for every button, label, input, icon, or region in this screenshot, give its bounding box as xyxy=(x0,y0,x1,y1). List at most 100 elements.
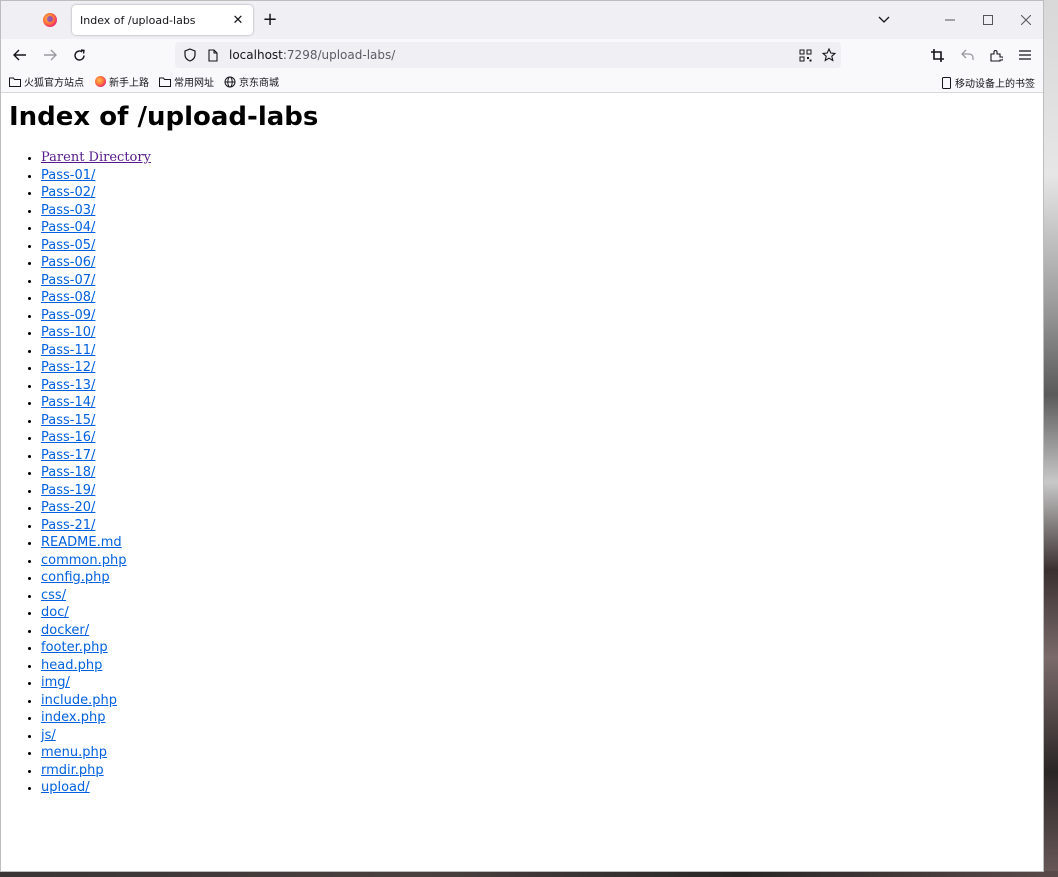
list-item: Pass-17/ xyxy=(41,447,1035,465)
directory-entry-link[interactable]: Pass-01/ xyxy=(41,168,95,183)
nav-bar: localhost:7298/upload-labs/ xyxy=(1,39,1043,71)
list-item: doc/ xyxy=(41,604,1035,622)
list-item: Pass-14/ xyxy=(41,394,1035,412)
list-item: index.php xyxy=(41,709,1035,727)
directory-entry-link[interactable]: README.md xyxy=(41,535,122,550)
directory-entry-link[interactable]: Pass-13/ xyxy=(41,378,95,393)
directory-entry-link[interactable]: Pass-07/ xyxy=(41,273,95,288)
page-info-icon[interactable] xyxy=(207,48,219,62)
tab-active[interactable]: Index of /upload-labs ✕ xyxy=(72,5,253,35)
forward-arrow-icon[interactable] xyxy=(39,44,61,66)
directory-entry-link[interactable]: config.php xyxy=(41,570,110,585)
parent-directory-link[interactable]: Parent Directory xyxy=(41,150,151,165)
directory-entry-link[interactable]: rmdir.php xyxy=(41,763,104,778)
extensions-icon[interactable] xyxy=(985,44,1007,66)
list-item: Pass-10/ xyxy=(41,324,1035,342)
directory-entry-link[interactable]: Pass-14/ xyxy=(41,395,95,410)
close-icon[interactable]: ✕ xyxy=(231,13,245,28)
star-bookmark-icon[interactable] xyxy=(817,43,841,67)
directory-entry-link[interactable]: Pass-10/ xyxy=(41,325,95,340)
directory-entry-link[interactable]: index.php xyxy=(41,710,105,725)
folder-icon xyxy=(159,76,171,88)
directory-entry-link[interactable]: Pass-08/ xyxy=(41,290,95,305)
globe-icon xyxy=(224,76,236,88)
reload-icon[interactable] xyxy=(68,44,90,66)
directory-entry-link[interactable]: footer.php xyxy=(41,640,108,655)
directory-entry-link[interactable]: img/ xyxy=(41,675,70,690)
bookmark-item[interactable]: 京东商城 xyxy=(224,74,279,89)
directory-entry-link[interactable]: Pass-04/ xyxy=(41,220,95,235)
close-window-icon[interactable] xyxy=(1007,1,1043,39)
directory-entry-link[interactable]: Pass-21/ xyxy=(41,518,95,533)
qr-code-icon[interactable] xyxy=(793,43,817,67)
browser-window: Index of /upload-labs ✕ + localhost:7298… xyxy=(0,0,1044,872)
list-item: Pass-09/ xyxy=(41,307,1035,325)
list-item: Pass-15/ xyxy=(41,412,1035,430)
new-tab-button[interactable]: + xyxy=(260,10,280,30)
directory-entry-link[interactable]: Pass-09/ xyxy=(41,308,95,323)
directory-entry-link[interactable]: Pass-19/ xyxy=(41,483,95,498)
list-item: Pass-02/ xyxy=(41,184,1035,202)
back-arrow-icon[interactable] xyxy=(9,44,31,66)
list-item: config.php xyxy=(41,569,1035,587)
directory-entry-link[interactable]: common.php xyxy=(41,553,127,568)
url-path: :7298/upload-labs/ xyxy=(282,48,396,62)
list-item: rmdir.php xyxy=(41,762,1035,780)
list-item: Pass-20/ xyxy=(41,499,1035,517)
list-item: Pass-21/ xyxy=(41,517,1035,535)
directory-entry-link[interactable]: Pass-18/ xyxy=(41,465,95,480)
maximize-icon[interactable] xyxy=(969,1,1007,39)
list-item: Pass-11/ xyxy=(41,342,1035,360)
mobile-device-icon xyxy=(940,76,952,89)
directory-entry-link[interactable]: menu.php xyxy=(41,745,107,760)
menu-icon[interactable] xyxy=(1014,44,1036,66)
directory-entry-link[interactable]: Pass-20/ xyxy=(41,500,95,515)
directory-entry-link[interactable]: include.php xyxy=(41,693,117,708)
crop-screenshot-icon[interactable] xyxy=(926,44,948,66)
directory-entry-link[interactable]: doc/ xyxy=(41,605,69,620)
directory-entry-link[interactable]: Pass-16/ xyxy=(41,430,95,445)
directory-entry-link[interactable]: Pass-03/ xyxy=(41,203,95,218)
firefox-icon xyxy=(43,13,57,27)
directory-entry-link[interactable]: js/ xyxy=(41,728,56,743)
directory-entry-link[interactable]: Pass-05/ xyxy=(41,238,95,253)
directory-entry-link[interactable]: css/ xyxy=(41,588,66,603)
list-item: README.md xyxy=(41,534,1035,552)
directory-entry-link[interactable]: Pass-11/ xyxy=(41,343,95,358)
minimize-icon[interactable] xyxy=(931,1,969,39)
directory-entry-link[interactable]: Pass-12/ xyxy=(41,360,95,375)
list-item: upload/ xyxy=(41,779,1035,797)
list-item: Pass-01/ xyxy=(41,167,1035,185)
firefox-view-button[interactable] xyxy=(35,7,65,33)
mobile-bookmarks-label: 移动设备上的书签 xyxy=(955,79,1035,90)
bookmark-label: 常用网址 xyxy=(174,78,214,89)
page-content: Index of /upload-labs Parent Directory P… xyxy=(1,93,1043,805)
url-bar[interactable]: localhost:7298/upload-labs/ xyxy=(175,42,841,68)
folder-icon xyxy=(9,76,21,88)
directory-entry-link[interactable]: head.php xyxy=(41,658,102,673)
bookmark-item[interactable]: 火狐官方站点 xyxy=(9,74,84,89)
directory-entry-link[interactable]: docker/ xyxy=(41,623,89,638)
directory-entry-link[interactable]: Pass-15/ xyxy=(41,413,95,428)
directory-entry-link[interactable]: Pass-06/ xyxy=(41,255,95,270)
list-item: css/ xyxy=(41,587,1035,605)
list-item: Pass-03/ xyxy=(41,202,1035,220)
bookmark-item[interactable]: 新手上路 xyxy=(94,74,149,89)
url-text[interactable]: localhost:7298/upload-labs/ xyxy=(229,48,793,62)
shield-icon[interactable] xyxy=(183,48,197,62)
list-item: Pass-06/ xyxy=(41,254,1035,272)
list-item: docker/ xyxy=(41,622,1035,640)
window-controls xyxy=(931,1,1043,39)
url-host: localhost xyxy=(229,48,283,62)
directory-entry-link[interactable]: upload/ xyxy=(41,780,90,795)
chevron-down-icon[interactable] xyxy=(874,10,894,30)
list-item: Pass-12/ xyxy=(41,359,1035,377)
list-item: include.php xyxy=(41,692,1035,710)
directory-entry-link[interactable]: Pass-17/ xyxy=(41,448,95,463)
bookmarks-bar: 火狐官方站点 新手上路 常用网址 京东商城 移动设备上的书签 xyxy=(1,71,1043,93)
bookmark-item[interactable]: 常用网址 xyxy=(159,74,214,89)
directory-entry-link[interactable]: Pass-02/ xyxy=(41,185,95,200)
mobile-bookmarks[interactable]: 移动设备上的书签 xyxy=(940,75,1035,90)
undo-icon[interactable] xyxy=(956,44,978,66)
list-item: Pass-05/ xyxy=(41,237,1035,255)
